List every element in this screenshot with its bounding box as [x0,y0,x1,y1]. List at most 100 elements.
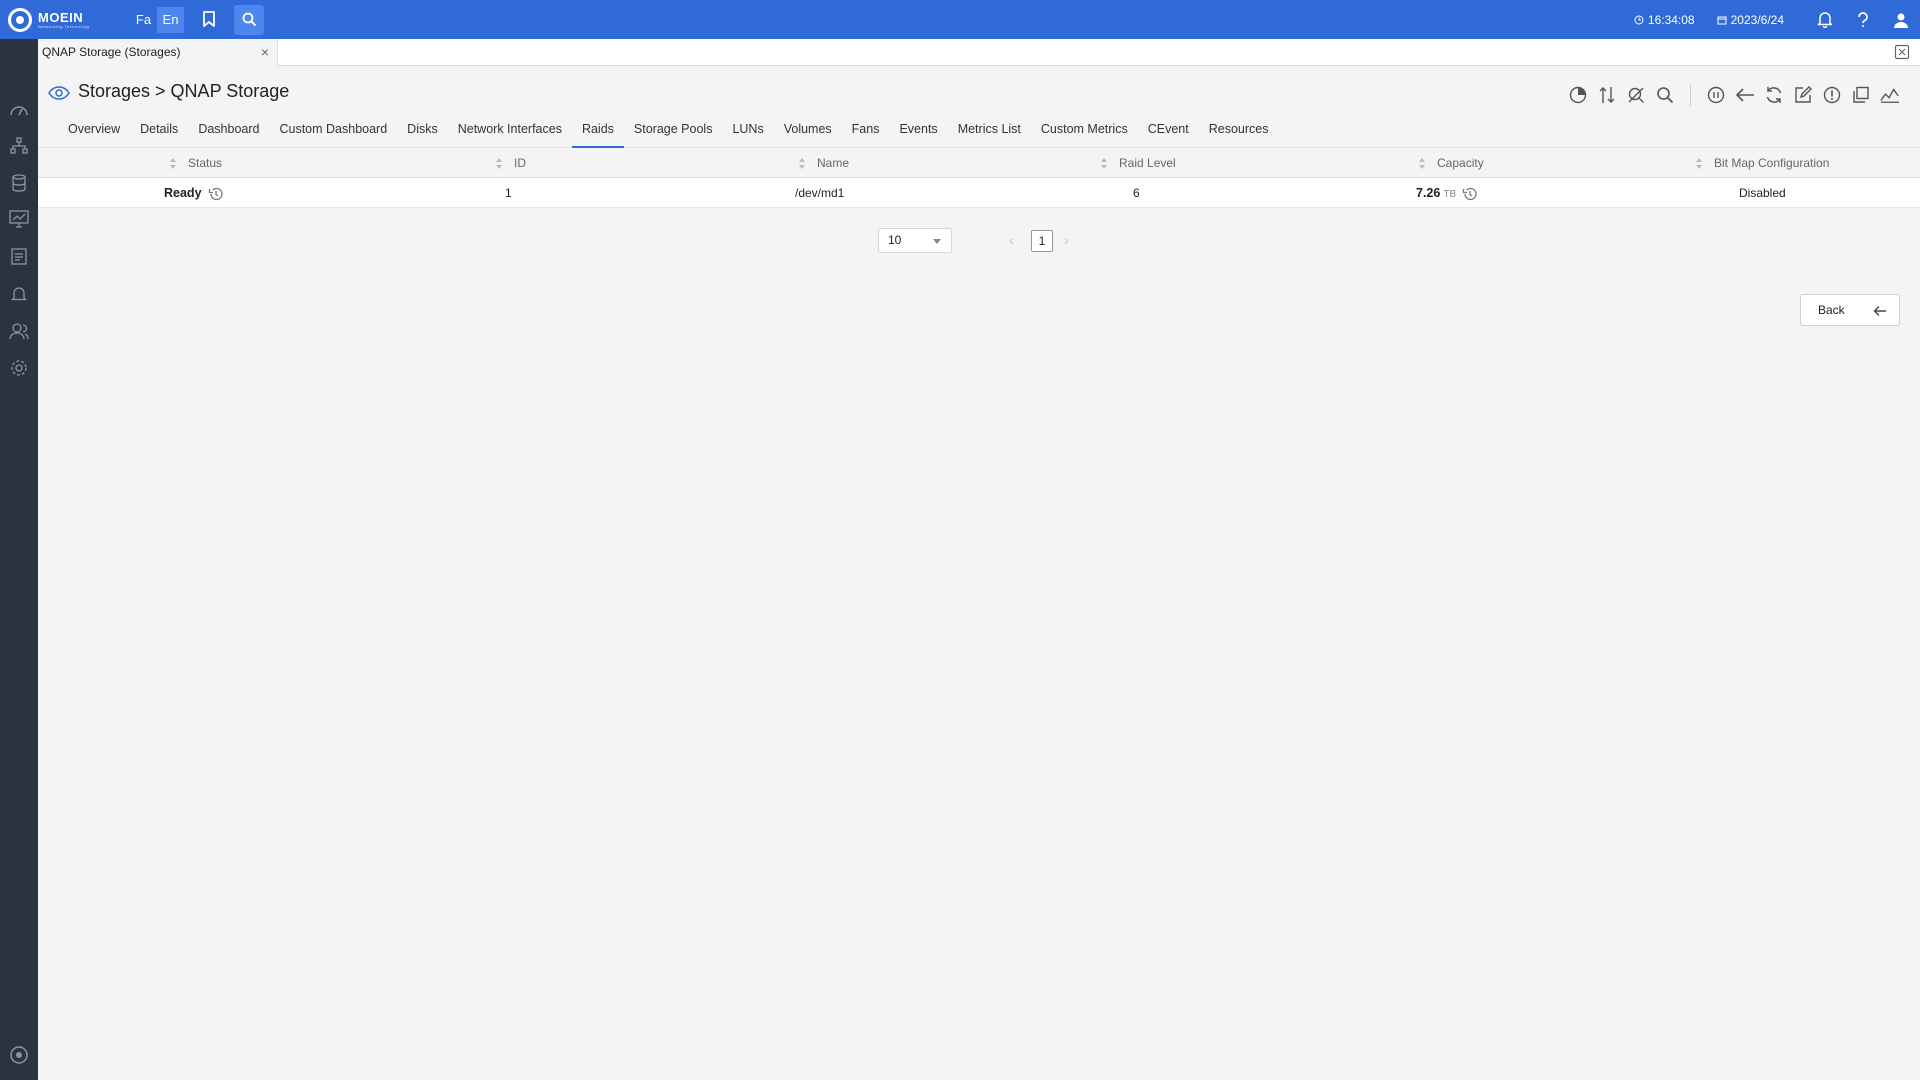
cell-name: /dev/md1 [795,186,845,200]
column-header-raid-level[interactable]: Raid Level [1119,148,1176,178]
tab-storage-pools[interactable]: Storage Pools [624,116,723,147]
search-icon [1657,87,1674,104]
disable-monitoring-button[interactable] [1626,85,1646,105]
back-arrow-button[interactable] [1735,85,1755,105]
dashboard-icon[interactable] [9,99,29,119]
tab-dashboard[interactable]: Dashboard [188,116,269,147]
lang-en-button[interactable]: En [157,6,184,33]
history-icon[interactable] [1462,186,1478,202]
language-switcher: Fa En [130,6,184,33]
copy-button[interactable] [1851,85,1871,105]
tab-disks[interactable]: Disks [397,116,448,147]
chart-button[interactable] [1568,85,1588,105]
page-size-select[interactable]: 10 [878,228,952,253]
close-icon[interactable]: × [261,39,269,66]
global-search-button[interactable] [234,4,264,35]
monitor-icon[interactable] [9,209,29,229]
column-header-id[interactable]: ID [514,148,526,178]
column-header-status[interactable]: Status [188,148,222,178]
tab-raids[interactable]: Raids [571,116,624,148]
cell-status: Ready [164,178,224,208]
eye-icon[interactable] [48,86,70,100]
cell-id: 1 [505,186,512,200]
table-row[interactable]: Ready 1 /dev/md1 6 7.26 TB Disabled [38,178,1920,208]
capacity-unit: TB [1443,189,1457,200]
column-header-bitmap[interactable]: Bit Map Configuration [1714,148,1829,178]
arrow-left-icon [1735,88,1754,102]
tab-resources[interactable]: Resources [1199,116,1279,147]
refresh-button[interactable] [1764,85,1784,105]
history-icon[interactable] [208,186,224,202]
refresh-icon [1766,87,1782,103]
settings-icon[interactable] [9,358,29,378]
arrow-left-icon [1873,306,1886,316]
date-text: 2023/6/24 [1730,12,1784,27]
sort-icon[interactable] [798,157,806,170]
cell-raid-level: 6 [1133,186,1140,200]
back-button[interactable]: Back [1800,294,1900,326]
notifications-button[interactable] [1806,11,1844,28]
tab-overview[interactable]: Overview [58,116,130,147]
sort-button[interactable] [1597,85,1617,105]
lang-fa-button[interactable]: Fa [130,7,157,33]
edit-button[interactable] [1793,85,1813,105]
tab-custom-metrics[interactable]: Custom Metrics [1031,116,1138,147]
tab-metrics-list[interactable]: Metrics List [948,116,1031,147]
doc-tab-qnap-storage[interactable]: QNAP Storage (Storages) × [38,39,278,66]
capacity-value: 7.26 [1416,186,1441,200]
column-header-capacity[interactable]: Capacity [1437,148,1484,178]
bell-icon [1817,12,1833,28]
document-tab-strip: QNAP Storage (Storages) × [38,39,1920,66]
logo-subtitle: Networking Technology [38,23,90,29]
sub-tabs: Overview Details Dashboard Custom Dashbo… [38,116,1920,148]
back-button-label: Back [1818,303,1845,317]
database-icon[interactable] [9,173,29,193]
search-icon [242,12,256,27]
page-number-button[interactable]: 1 [1031,230,1053,252]
sort-icon[interactable] [169,157,177,170]
report-icon[interactable] [9,246,29,266]
sort-icon[interactable] [495,157,503,170]
left-sidebar [0,39,38,1080]
date-display: 2023/6/24 [1717,13,1784,27]
chevron-down-icon [933,239,941,244]
tab-volumes[interactable]: Volumes [774,116,842,147]
tab-luns[interactable]: LUNs [722,116,773,147]
sort-icon[interactable] [1695,157,1703,170]
user-menu-button[interactable] [1882,12,1920,28]
tab-custom-dashboard[interactable]: Custom Dashboard [269,116,397,147]
close-all-tabs-icon[interactable] [1894,44,1910,60]
sort-icon[interactable] [1418,157,1426,170]
column-header-name[interactable]: Name [817,148,849,178]
logo-text: MOEIN [38,9,84,25]
sort-icon[interactable] [1100,157,1108,170]
alert-icon [1823,86,1841,104]
tab-cevent[interactable]: CEvent [1138,116,1199,147]
brand-logo-icon[interactable] [9,1045,29,1065]
edit-icon [1795,86,1812,103]
prev-page-button[interactable]: ‹ [1009,232,1014,248]
table-header: Status ID Name Raid Level Capacity Bit M… [38,148,1920,178]
search-button[interactable] [1655,85,1675,105]
users-icon[interactable] [9,321,29,341]
bookmark-button[interactable] [194,5,224,35]
tab-fans[interactable]: Fans [842,116,890,147]
tab-details[interactable]: Details [130,116,188,147]
cell-capacity: 7.26 TB [1416,178,1478,208]
search-off-icon [1628,87,1644,103]
actions-divider [1690,84,1691,106]
tab-network-interfaces[interactable]: Network Interfaces [448,116,572,147]
logo-icon [8,7,32,32]
pie-chart-icon [1569,86,1587,104]
topology-icon[interactable] [9,136,29,156]
pause-button[interactable] [1706,85,1726,105]
tab-events[interactable]: Events [889,116,947,147]
next-page-button[interactable]: › [1064,232,1069,248]
top-bar: MOEIN Networking Technology Fa En 16:34:… [0,0,1920,39]
help-button[interactable] [1844,11,1882,28]
app-logo[interactable]: MOEIN Networking Technology [8,7,118,32]
metrics-button[interactable] [1880,85,1900,105]
page-title: Storages > QNAP Storage [78,81,290,101]
alarm-icon[interactable] [9,284,29,304]
alert-button[interactable] [1822,85,1842,105]
